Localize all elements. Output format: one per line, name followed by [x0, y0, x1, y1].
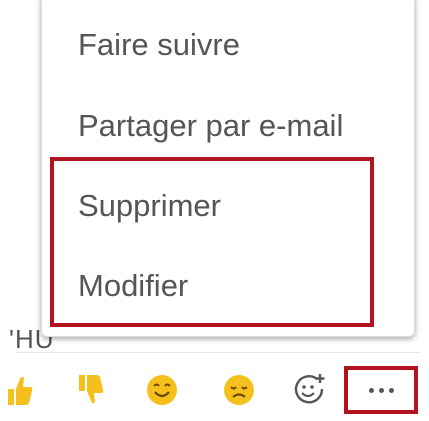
menu-item-delete[interactable]: Supprimer	[78, 186, 221, 226]
dislike-reaction-button[interactable]	[73, 373, 107, 407]
more-options-button[interactable]	[344, 366, 418, 414]
menu-item-edit[interactable]: Modifier	[78, 266, 188, 306]
more-options-icon	[368, 387, 394, 393]
add-reaction-button[interactable]	[293, 373, 327, 407]
thumbs-up-icon	[8, 376, 33, 405]
add-reaction-icon	[294, 374, 325, 404]
message-context-menu: Faire suivre Partager par e-mail Supprim…	[41, 0, 415, 337]
menu-item-forward[interactable]: Faire suivre	[78, 25, 240, 65]
happy-reaction-button[interactable]	[145, 373, 179, 407]
sad-reaction-button[interactable]	[222, 373, 256, 407]
sad-face-icon	[224, 375, 254, 405]
thumbs-down-icon	[79, 375, 104, 404]
happy-face-icon	[147, 375, 177, 405]
menu-item-share-email[interactable]: Partager par e-mail	[78, 106, 343, 146]
reaction-bar-divider	[16, 352, 421, 353]
like-reaction-button[interactable]	[2, 373, 36, 407]
